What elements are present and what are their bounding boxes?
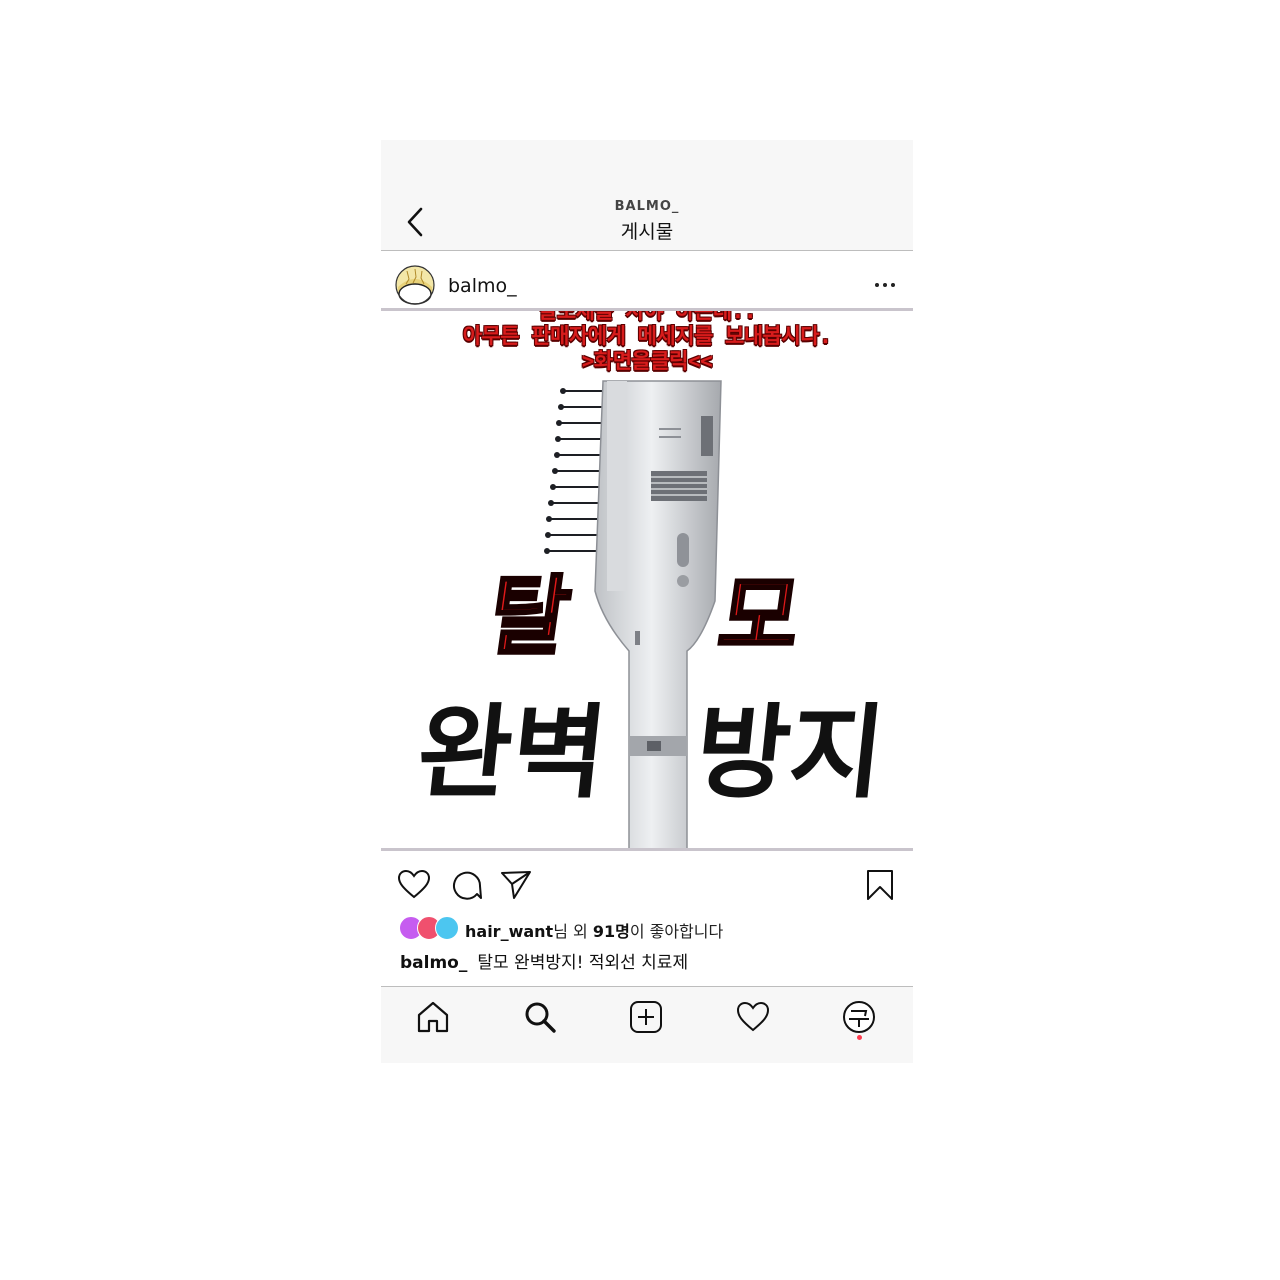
activity-heart-icon[interactable] — [735, 999, 771, 1035]
page-title: 게시물 — [620, 221, 674, 243]
bookmark-icon[interactable] — [863, 868, 897, 902]
post-header: balmo_ — [381, 251, 913, 308]
search-icon[interactable] — [522, 999, 558, 1035]
likes-row[interactable]: hair_want님 외 91명이 좋아합니다 — [399, 916, 899, 942]
overlay-line-3: >화면을클릭<< — [581, 349, 713, 373]
headline-black-left: 완벽 — [411, 693, 613, 813]
post-caption: balmo_ 탈모 완벽방지! 적외선 치료제 — [400, 948, 688, 973]
post-username[interactable]: balmo_ — [448, 275, 517, 297]
bottom-tab-bar — [381, 986, 913, 1063]
likes-user[interactable]: hair_want — [465, 922, 553, 941]
post-actions — [381, 852, 913, 912]
more-options-icon[interactable] — [875, 283, 895, 289]
add-post-icon[interactable] — [628, 999, 664, 1035]
likes-suffix: 이 좋아합니다 — [629, 922, 724, 941]
caption-text: 탈모 완벽방지! 적외선 치료제 — [477, 953, 689, 973]
likes-mid: 님 외 — [553, 922, 593, 941]
overlay-line-1: 발모제를 사야 하는데.. — [538, 311, 756, 323]
profile-icon[interactable] — [841, 999, 877, 1035]
account-name: BALMO_ — [614, 199, 680, 214]
liker-avatar-3 — [435, 916, 459, 940]
media-bottom-divider — [381, 848, 913, 851]
caption-username[interactable]: balmo_ — [400, 953, 467, 973]
phone-screen: BALMO_ 게시물 balmo_ 발모제를 사야 하는데.. 아무튼 판매자에… — [381, 140, 913, 1063]
post-image[interactable]: 발모제를 사야 하는데.. 아무튼 판매자에게 메세지를 보내봅시다. >화면을… — [381, 311, 913, 848]
notification-dot — [857, 1035, 862, 1040]
overlay-line-2: 아무튼 판매자에게 메세지를 보내봅시다. — [462, 324, 832, 348]
likes-text: hair_want님 외 91명이 좋아합니다 — [465, 918, 723, 942]
headline-black-right: 방지 — [689, 693, 891, 813]
likes-count[interactable]: 91명 — [593, 922, 630, 941]
top-nav-bar: BALMO_ 게시물 — [381, 140, 913, 251]
heart-icon[interactable] — [397, 868, 431, 902]
home-icon[interactable] — [415, 999, 451, 1035]
comment-icon[interactable] — [449, 868, 483, 902]
send-icon[interactable] — [499, 868, 533, 902]
avatar[interactable] — [395, 265, 435, 305]
overlay-message[interactable]: 발모제를 사야 하는데.. 아무튼 판매자에게 메세지를 보내봅시다. >화면을… — [381, 311, 913, 374]
